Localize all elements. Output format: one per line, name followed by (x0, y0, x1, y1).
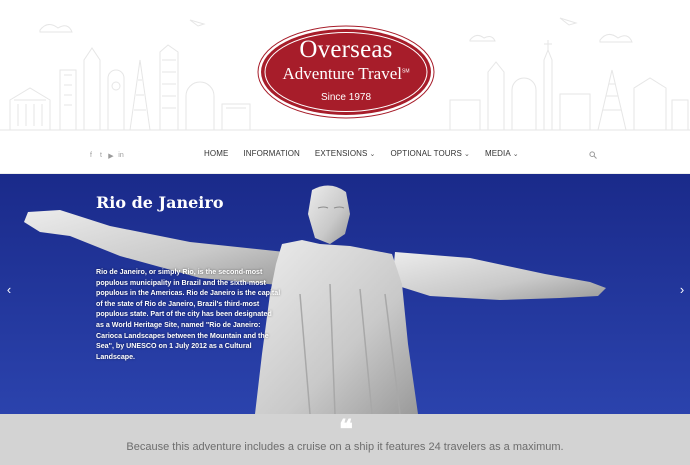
quote-text: Because this adventure includes a cruise… (126, 441, 564, 453)
nav-item-label: OPTIONAL TOURS (390, 149, 462, 158)
nav-item-label: EXTENSIONS (314, 149, 368, 158)
logo-line-2: Adventure TravelSM (256, 64, 436, 84)
quote-section: ❝ Because this adventure includes a crui… (0, 414, 690, 465)
nav-item-home[interactable]: HOME (204, 149, 228, 158)
logo-since: Since 1978 (320, 92, 372, 103)
hero-slider: Rio de Janeiro Rio de Janeiro, or simply… (0, 174, 690, 414)
hero-description: Rio de Janeiro, or simply Rio, is the se… (96, 268, 281, 361)
chevron-down-icon: ⌄ (369, 150, 376, 158)
logo-trademark: SM (401, 68, 410, 75)
hero-title: Rio de Janeiro (96, 193, 224, 212)
nav-item-label: INFORMATION (243, 149, 300, 158)
logo-line-1: Overseas (299, 36, 393, 63)
linkedin-icon[interactable]: in (118, 152, 124, 160)
social-links: f t ▶ in (88, 152, 124, 160)
main-navigation: f t ▶ in HOME INFORMATION EXTENSIONS ⌄ O… (0, 140, 690, 174)
nav-item-label: MEDIA (484, 149, 511, 158)
nav-item-media[interactable]: MEDIA ⌄ (485, 149, 519, 158)
slider-prev-arrow-icon[interactable]: ‹ (3, 283, 15, 297)
nav-item-extensions[interactable]: EXTENSIONS ⌄ (315, 149, 376, 158)
chevron-down-icon: ⌄ (463, 150, 470, 158)
nav-item-optional-tours[interactable]: OPTIONAL TOURS ⌄ (390, 149, 469, 158)
search-icon[interactable] (589, 151, 597, 159)
youtube-icon[interactable]: ▶ (108, 152, 114, 160)
chevron-down-icon: ⌄ (512, 150, 519, 158)
twitter-icon[interactable]: t (98, 152, 104, 160)
quote-icon: ❝ (339, 415, 353, 445)
slider-next-arrow-icon[interactable]: › (676, 283, 688, 297)
nav-item-information[interactable]: INFORMATION (243, 149, 300, 158)
menu-bar: HOME INFORMATION EXTENSIONS ⌄ OPTIONAL T… (204, 149, 519, 158)
site-header: Overseas Adventure TravelSM Since 1978 (0, 0, 690, 140)
logo-line-2-text: Adventure Travel (282, 64, 402, 83)
facebook-icon[interactable]: f (88, 152, 94, 160)
nav-item-label: HOME (204, 149, 229, 158)
brand-logo[interactable]: Overseas Adventure TravelSM Since 1978 (256, 24, 436, 120)
